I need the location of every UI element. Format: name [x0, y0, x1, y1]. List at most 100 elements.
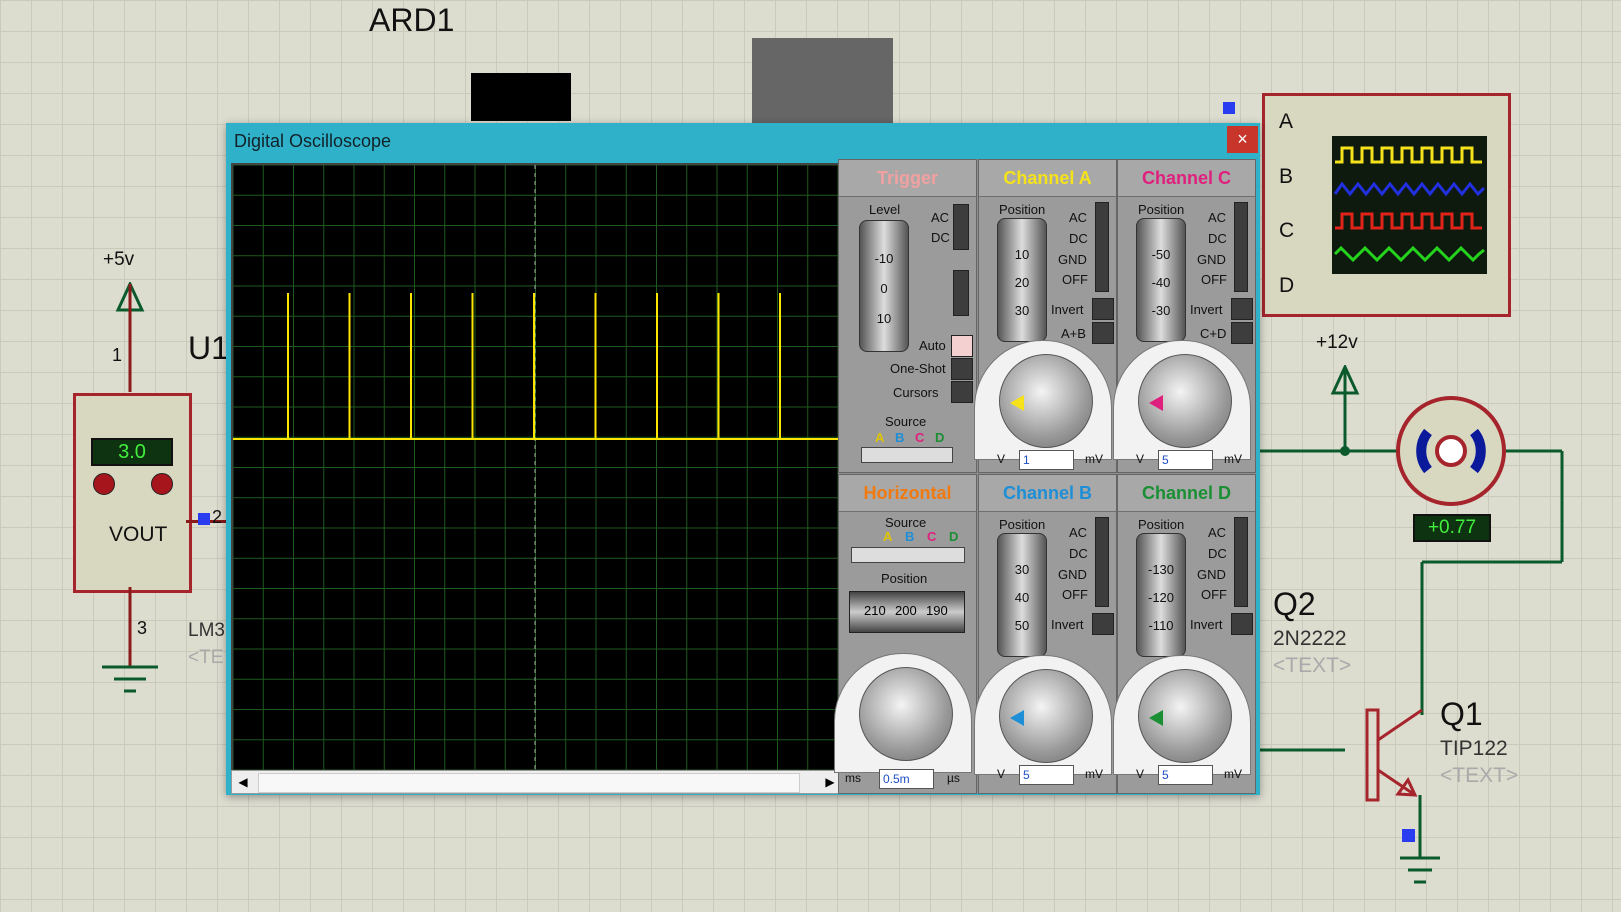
channel-c-position-label: Position: [1138, 202, 1185, 217]
motor-component[interactable]: [1396, 396, 1506, 506]
u1-ref-label: U1: [188, 330, 229, 366]
channel-b-section: Channel B Position 30 40 50 AC DC GND OF…: [974, 474, 1117, 794]
position-tick: 50: [1014, 618, 1030, 633]
trigger-coupling-switch[interactable]: [953, 204, 969, 250]
ard1-pin-marker: [1223, 102, 1235, 114]
oscilloscope-window[interactable]: Digital Oscilloscope × ◀ ▶ Trigger Level…: [226, 123, 1260, 795]
channel-a-invert-button[interactable]: [1092, 298, 1114, 320]
channel-d-knob-marker-icon: [1149, 710, 1163, 726]
channel-c-unit-v: V: [1136, 452, 1145, 466]
channel-c-coupling-switch[interactable]: [1234, 202, 1248, 292]
channel-a-knob-marker-icon: [1010, 395, 1024, 411]
channel-b-gnd-label: GND: [1058, 567, 1087, 582]
channel-c-dc-label: DC: [1208, 231, 1227, 246]
channel-a-unit-mv: mV: [1085, 452, 1103, 466]
channel-d-volts-knob[interactable]: [1138, 669, 1232, 763]
u1-text-label: <TE: [188, 647, 224, 668]
channel-b-unit-mv: mV: [1085, 767, 1103, 781]
trigger-level-dial[interactable]: -10 0 10: [859, 220, 909, 352]
channel-b-coupling-switch[interactable]: [1095, 517, 1109, 607]
q1-text-label: <TEXT>: [1440, 764, 1519, 787]
channel-b-position-dial[interactable]: 30 40 50: [997, 533, 1047, 657]
trigger-auto-button[interactable]: [951, 335, 973, 357]
horizontal-scrollbar[interactable]: ◀ ▶: [231, 770, 842, 794]
scope-display[interactable]: [231, 163, 840, 772]
channel-d-invert-button[interactable]: [1231, 613, 1253, 635]
q1-ref-label: Q1: [1440, 696, 1483, 732]
scope-symbol[interactable]: A B C D: [1262, 93, 1511, 317]
position-tick: 20: [1014, 275, 1030, 290]
horizontal-source-c: C: [927, 529, 937, 544]
channel-c-position-dial[interactable]: -50 -40 -30: [1136, 218, 1186, 342]
channel-a-ac-label: AC: [1069, 210, 1088, 225]
u1-pin2-marker: [198, 513, 210, 525]
channel-c-value-field[interactable]: 5: [1158, 450, 1213, 470]
channel-b-off-label: OFF: [1062, 587, 1088, 602]
horizontal-title: Horizontal: [839, 475, 976, 512]
trigger-source-label: Source: [885, 414, 927, 429]
trigger-edge-switch[interactable]: [953, 270, 969, 316]
trigger-source-b: B: [895, 430, 905, 445]
channel-a-title: Channel A: [979, 160, 1116, 197]
channel-c-sum-button[interactable]: [1231, 322, 1253, 344]
position-tick: 190: [926, 603, 948, 618]
channel-c-title: Channel C: [1118, 160, 1255, 197]
position-tick: -120: [1147, 590, 1175, 605]
u1-pin1-label: 1: [112, 345, 123, 365]
trigger-oneshot-button[interactable]: [951, 358, 973, 380]
channel-b-knob-marker-icon: [1010, 710, 1024, 726]
q2-ref-label: Q2: [1273, 586, 1316, 622]
channel-a-coupling-switch[interactable]: [1095, 202, 1109, 292]
channel-b-value-field[interactable]: 5: [1019, 765, 1074, 785]
channel-d-position-dial[interactable]: -130 -120 -110: [1136, 533, 1186, 657]
channel-a-position-dial[interactable]: 10 20 30: [997, 218, 1047, 342]
channel-a-sum-button[interactable]: [1092, 322, 1114, 344]
channel-d-dc-label: DC: [1208, 546, 1227, 561]
channel-c-volts-knob[interactable]: [1138, 354, 1232, 448]
position-tick: 30: [1014, 562, 1030, 577]
horizontal-position-dial[interactable]: 210 200 190: [849, 591, 965, 633]
channel-d-gnd-label: GND: [1197, 567, 1226, 582]
timebase-knob[interactable]: [859, 667, 953, 761]
u1-down-button[interactable]: [93, 473, 115, 495]
trigger-cursors-button[interactable]: [951, 381, 973, 403]
trigger-source-d: D: [935, 430, 945, 445]
channel-d-off-label: OFF: [1201, 587, 1227, 602]
u1-component[interactable]: 3.0 VOUT: [73, 393, 192, 593]
channel-b-invert-button[interactable]: [1092, 613, 1114, 635]
channel-c-invert-button[interactable]: [1231, 298, 1253, 320]
horizontal-source-label: Source: [885, 515, 927, 530]
ard1-block-grey[interactable]: [752, 38, 893, 123]
position-tick: -50: [1151, 247, 1171, 262]
channel-c-unit-mv: mV: [1224, 452, 1242, 466]
channel-d-value-field[interactable]: 5: [1158, 765, 1213, 785]
scroll-left-button[interactable]: ◀: [232, 771, 254, 793]
horizontal-source-slider[interactable]: [851, 547, 965, 563]
horizontal-position-label: Position: [881, 571, 928, 586]
q1-part-label: TIP122: [1440, 737, 1508, 760]
channel-a-dc-label: DC: [1069, 231, 1088, 246]
channel-b-volts-knob[interactable]: [999, 669, 1093, 763]
transistor-q1-icon[interactable]: [1340, 700, 1440, 890]
channel-b-ac-label: AC: [1069, 525, 1088, 540]
channel-a-volts-knob[interactable]: [999, 354, 1093, 448]
close-button[interactable]: ×: [1227, 126, 1258, 153]
plus5v-arrow-icon: [115, 282, 145, 392]
scope-channel-a-label: A: [1279, 110, 1294, 133]
channel-d-coupling-switch[interactable]: [1234, 517, 1248, 607]
channel-c-gnd-label: GND: [1197, 252, 1226, 267]
channel-d-section: Channel D Position -130 -120 -110 AC DC …: [1113, 474, 1256, 794]
timebase-value-field[interactable]: 0.5m: [879, 769, 934, 789]
ard1-block-black[interactable]: [471, 73, 571, 121]
channel-a-unit-v: V: [997, 452, 1006, 466]
scope-channel-b-label: B: [1279, 165, 1294, 188]
q2-text-label: <TEXT>: [1273, 654, 1352, 677]
channel-a-section: Channel A Position 10 20 30 AC DC GND OF…: [974, 159, 1117, 473]
u1-up-button[interactable]: [151, 473, 173, 495]
trigger-source-slider[interactable]: [861, 447, 953, 463]
ard1-label: ARD1: [369, 2, 455, 38]
plus5v-label: +5v: [103, 249, 135, 270]
channel-a-value-field[interactable]: 1: [1019, 450, 1074, 470]
scroll-thumb[interactable]: [258, 773, 800, 793]
channel-c-sum-label: C+D: [1200, 326, 1227, 341]
